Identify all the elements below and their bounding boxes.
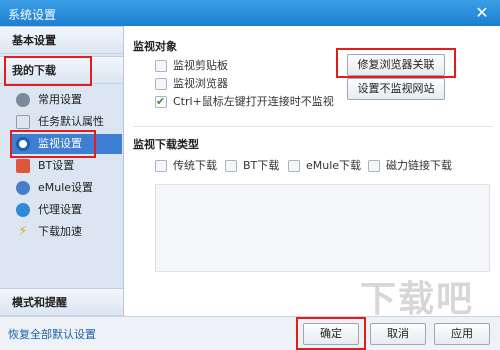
gear-icon [16, 93, 30, 107]
sidebar-item-proxy-settings[interactable]: 代理设置 [14, 200, 120, 220]
globe-icon [16, 203, 30, 217]
highlight-monitor-settings [10, 130, 96, 158]
sidebar-item-emule-settings[interactable]: eMule设置 [14, 178, 120, 198]
sidebar-item-label: 代理设置 [38, 203, 82, 216]
checkbox-label: BT下载 [243, 159, 280, 172]
bt-icon [16, 159, 30, 173]
magnet-download-checkbox[interactable] [368, 160, 380, 172]
sidebar-mode-and-tips[interactable]: 模式和提醒 [0, 288, 123, 316]
ctrl-click-checkbox[interactable] [155, 94, 167, 110]
window-title: 系统设置 [8, 8, 57, 22]
footer-bar: 恢复全部默认设置 确定 取消 应用 [0, 316, 500, 350]
divider [133, 126, 493, 127]
traditional-download-checkbox[interactable] [155, 160, 167, 172]
sidebar-item-label: 任务默认属性 [38, 115, 104, 128]
lightning-icon: ⚡ [18, 224, 28, 239]
checkbox-label: 传统下载 [173, 159, 217, 172]
title-bar: 系统设置 ✕ [0, 0, 500, 26]
sidebar-item-task-defaults[interactable]: 任务默认属性 [14, 112, 120, 132]
checkbox-label: 监视剪贴板 [173, 59, 228, 72]
sidebar-item-common-settings[interactable]: 常用设置 [14, 90, 120, 110]
sidebar-basic-settings[interactable]: 基本设置 [0, 26, 123, 54]
sidebar: 基本设置 我的下载 常用设置 任务默认属性 监视设置 BT设置 eMule设置 … [0, 26, 124, 316]
highlight-repair-button [336, 48, 456, 78]
clipboard-checkbox[interactable] [155, 60, 167, 72]
browser-checkbox[interactable] [155, 78, 167, 90]
main-panel: 监视对象 监视剪贴板 监视浏览器 Ctrl+鼠标左键打开连接时不监视 修复浏览器… [125, 26, 500, 316]
sidebar-item-label: eMule设置 [38, 181, 94, 194]
sidebar-item-bt-settings[interactable]: BT设置 [14, 156, 120, 176]
checkbox-label: 监视浏览器 [173, 77, 228, 90]
document-icon [16, 115, 30, 129]
checkbox-label: Ctrl+鼠标左键打开连接时不监视 [173, 95, 334, 108]
apply-button[interactable]: 应用 [434, 323, 490, 345]
emule-icon [16, 181, 30, 195]
sidebar-item-download-accel[interactable]: ⚡ 下载加速 [14, 222, 120, 242]
checkbox-label: 磁力链接下载 [386, 159, 452, 172]
download-types-list[interactable] [155, 184, 490, 272]
sidebar-item-label: 下载加速 [38, 225, 82, 238]
sidebar-item-label: BT设置 [38, 159, 75, 172]
settings-window: 系统设置 ✕ 基本设置 我的下载 常用设置 任务默认属性 监视设置 BT设置 e… [0, 0, 500, 350]
section-title-monitor-objects: 监视对象 [133, 40, 177, 53]
highlight-ok-button [296, 317, 366, 350]
highlight-my-downloads [4, 56, 92, 86]
restore-defaults-link[interactable]: 恢复全部默认设置 [8, 326, 96, 342]
bt-download-checkbox[interactable] [225, 160, 237, 172]
emule-download-checkbox[interactable] [288, 160, 300, 172]
cancel-button[interactable]: 取消 [370, 323, 426, 345]
close-icon[interactable]: ✕ [472, 3, 492, 23]
checkbox-label: eMule下载 [306, 159, 362, 172]
section-title-download-types: 监视下载类型 [133, 138, 199, 151]
sidebar-item-label: 常用设置 [38, 93, 82, 106]
exclude-sites-button[interactable]: 设置不监视网站 [347, 78, 445, 100]
